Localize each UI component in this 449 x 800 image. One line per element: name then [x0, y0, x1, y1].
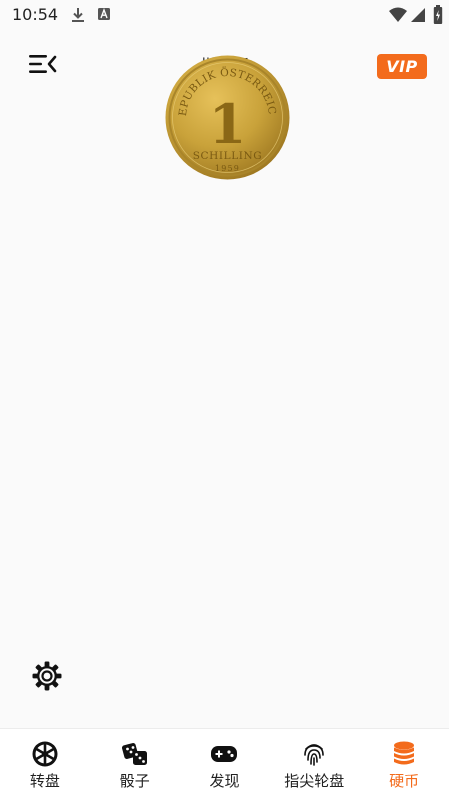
nav-label-coin: 硬币 [389, 772, 420, 790]
nav-item-wheel[interactable]: 转盘 [0, 729, 90, 800]
nav-item-dice[interactable]: 骰子 [90, 729, 180, 800]
nav-item-discover[interactable]: 发现 [180, 729, 270, 800]
coin-unit: SCHILLING [193, 150, 263, 162]
coins-icon [394, 741, 415, 765]
dice-icon [121, 742, 147, 765]
nav-item-coin[interactable]: 硬币 [359, 729, 449, 800]
nav-label-fingertip-wheel: 指尖轮盘 [284, 772, 345, 790]
vip-button[interactable]: VIP [377, 54, 427, 79]
coin-denomination: 1 [209, 92, 247, 156]
fingerprint-icon [304, 744, 325, 766]
signal-icon [411, 8, 425, 22]
status-time: 10:54 [12, 5, 59, 24]
coin-year: 1959 [215, 164, 240, 173]
screen: 10:54 抛硬币 VIP [0, 0, 449, 800]
menu-collapse-icon[interactable] [28, 52, 58, 76]
gear-icon[interactable] [31, 660, 63, 692]
nav-item-fingertip-wheel[interactable]: 指尖轮盘 [269, 729, 359, 800]
coin[interactable]: REPUBLIK ÖSTERREICH 1 SCHILLING 1959 [165, 55, 290, 180]
font-a-icon [98, 8, 110, 20]
battery-icon [433, 5, 443, 24]
wifi-icon [389, 7, 407, 22]
nav-label-wheel: 转盘 [29, 772, 60, 790]
bottom-nav: 转盘 骰子 发现 指尖轮盘 硬币 [0, 728, 449, 800]
nav-label-dice: 骰子 [119, 772, 150, 790]
gamepad-icon [211, 746, 238, 762]
status-bar: 10:54 [0, 0, 449, 30]
nav-label-discover: 发现 [209, 772, 240, 790]
download-icon [72, 8, 84, 22]
wheel-icon [32, 741, 58, 767]
